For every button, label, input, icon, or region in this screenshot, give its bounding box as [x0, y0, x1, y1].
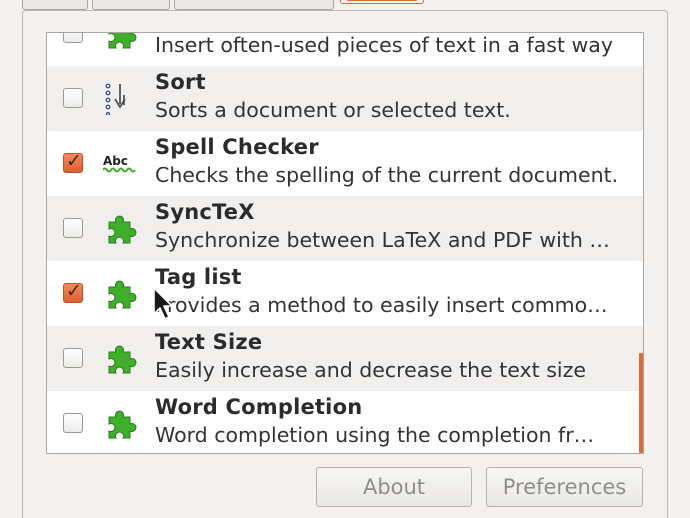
plugin-list[interactable]: Insert often-used pieces of text in a fa…	[46, 32, 644, 454]
plugin-description: Provides a method to easily insert commo…	[155, 293, 608, 317]
puzzle-icon	[108, 410, 137, 439]
spellcheck-icon-text: Abc	[103, 154, 128, 168]
plugin-description: Insert often-used pieces of text in a fa…	[155, 33, 613, 57]
plugin-checkbox[interactable]	[63, 88, 83, 108]
plugin-description: Easily increase and decrease the text si…	[155, 358, 586, 382]
puzzle-icon	[108, 215, 137, 244]
tab-3[interactable]	[174, 0, 334, 10]
spellcheck-icon: Abc	[103, 154, 136, 173]
plugin-title: Text Size	[155, 330, 263, 354]
plugin-checkbox[interactable]	[63, 218, 83, 238]
list-item[interactable]: ✓ Abc Spell Checker Checks the spelling …	[47, 131, 643, 196]
preferences-button[interactable]: Preferences	[486, 467, 643, 507]
check-mark-icon: ✓	[66, 280, 82, 302]
plugin-checkbox[interactable]	[63, 33, 83, 43]
plugins-preferences-page: Insert often-used pieces of text in a fa…	[0, 0, 690, 518]
list-item[interactable]: ✓ Tag list Provides a method to easily i…	[47, 261, 643, 326]
plugin-title: SyncTeX	[155, 200, 255, 224]
plugin-description: Synchronize between LaTeX and PDF with …	[155, 228, 610, 252]
sort-icon	[105, 83, 126, 115]
plugin-description: Checks the spelling of the current docum…	[155, 163, 619, 187]
plugin-title: Sort	[155, 70, 206, 94]
list-item[interactable]: Sort Sorts a document or selected text.	[47, 66, 643, 131]
puzzle-icon	[108, 33, 137, 49]
check-mark-icon: ✓	[66, 150, 82, 172]
plugin-title: Word Completion	[155, 395, 363, 419]
puzzle-icon	[108, 345, 137, 374]
plugin-checkbox[interactable]: ✓	[63, 150, 83, 173]
puzzle-icon	[108, 280, 137, 309]
about-button[interactable]: About	[316, 467, 472, 507]
plugin-description: Word completion using the completion fr…	[155, 423, 595, 447]
list-item[interactable]: Word Completion Word completion using th…	[47, 391, 643, 453]
mouse-cursor-icon	[153, 287, 173, 320]
plugin-checkbox[interactable]: ✓	[63, 280, 83, 303]
plugin-checkbox[interactable]	[63, 348, 83, 368]
tab-plugins[interactable]	[340, 0, 424, 4]
plugin-checkbox[interactable]	[63, 413, 83, 433]
list-item[interactable]: Text Size Easily increase and decrease t…	[47, 326, 643, 391]
plugin-title: Spell Checker	[155, 135, 319, 159]
scrollbar[interactable]	[639, 353, 643, 453]
tab-1[interactable]	[22, 0, 88, 10]
plugin-description: Sorts a document or selected text.	[155, 98, 511, 122]
list-item[interactable]: SyncTeX Synchronize between LaTeX and PD…	[47, 196, 643, 261]
tab-2[interactable]	[92, 0, 170, 10]
list-item[interactable]: Insert often-used pieces of text in a fa…	[47, 33, 643, 66]
